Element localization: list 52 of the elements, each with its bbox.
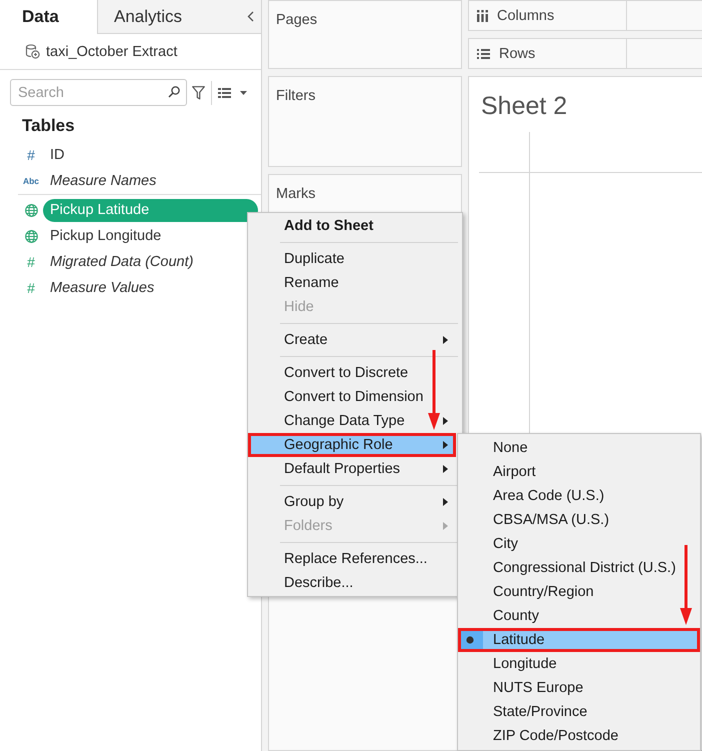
caret-right-icon — [443, 336, 448, 344]
menu-item[interactable]: CBSA/MSA (U.S.) — [458, 508, 700, 532]
sheet-title: Sheet 2 — [481, 91, 568, 121]
search-field[interactable]: Search — [10, 79, 187, 106]
hash-icon: # — [27, 255, 35, 269]
menu-item[interactable]: City — [458, 532, 700, 556]
field-name[interactable]: Measure Names — [43, 170, 258, 192]
caret-right-icon — [443, 498, 448, 506]
menu-item[interactable]: Change Data Type — [248, 409, 456, 433]
panel-tab[interactable]: Analytics — [97, 0, 261, 34]
vertical-bars-icon — [477, 10, 488, 22]
menu-item[interactable]: Convert to Dimension — [248, 385, 456, 409]
filter-icon[interactable] — [192, 86, 205, 100]
chevron-left-icon[interactable] — [247, 11, 254, 22]
shelf-label: Columns — [497, 8, 554, 24]
data-source-name[interactable]: taxi_October Extract — [46, 44, 178, 60]
caret-right-icon — [443, 522, 448, 530]
list-icon[interactable] — [218, 88, 231, 98]
menu-item[interactable]: Airport — [458, 460, 700, 484]
hash-icon: # — [27, 281, 35, 295]
card-title: Marks — [276, 186, 316, 202]
menu-item[interactable]: None — [458, 436, 700, 460]
menu-item[interactable]: Default Properties — [248, 457, 456, 481]
menu-item[interactable]: ZIP Code/Postcode — [458, 724, 700, 748]
card-title: Filters — [276, 88, 316, 104]
menu-item[interactable]: Country/Region — [458, 580, 700, 604]
hash-icon: # — [27, 148, 35, 162]
abc-icon: Abc — [22, 176, 40, 186]
menu-item[interactable]: Rename — [248, 271, 456, 295]
menu-item[interactable]: NUTS Europe — [458, 676, 700, 700]
menu-item[interactable]: Longitude — [458, 652, 700, 676]
caret-right-icon — [443, 465, 448, 473]
menu-item[interactable]: Create — [248, 328, 456, 352]
shelf-label: Rows — [499, 46, 536, 62]
menu-item[interactable]: State/Province — [458, 700, 700, 724]
section-title: Tables — [22, 116, 75, 136]
menu-item[interactable]: Congressional District (U.S.) — [458, 556, 700, 580]
menu-item[interactable]: Duplicate — [248, 247, 456, 271]
card-title: Pages — [276, 12, 318, 28]
menu-item[interactable]: County — [458, 604, 700, 628]
menu-item[interactable]: Area Code (U.S.) — [458, 484, 700, 508]
caret-down-icon[interactable] — [240, 90, 247, 94]
menu-item[interactable]: Replace References... — [248, 547, 456, 571]
caret-right-icon — [443, 441, 448, 449]
field-name[interactable]: ID — [43, 144, 258, 166]
list-lines-icon — [477, 48, 490, 58]
menu-item[interactable]: Describe... — [248, 571, 456, 595]
menu-item[interactable]: Group by — [248, 490, 456, 514]
caret-right-icon — [443, 417, 448, 425]
database-icon — [25, 44, 40, 59]
menu-item[interactable]: Convert to Discrete — [248, 361, 456, 385]
search-icon[interactable] — [168, 86, 180, 98]
